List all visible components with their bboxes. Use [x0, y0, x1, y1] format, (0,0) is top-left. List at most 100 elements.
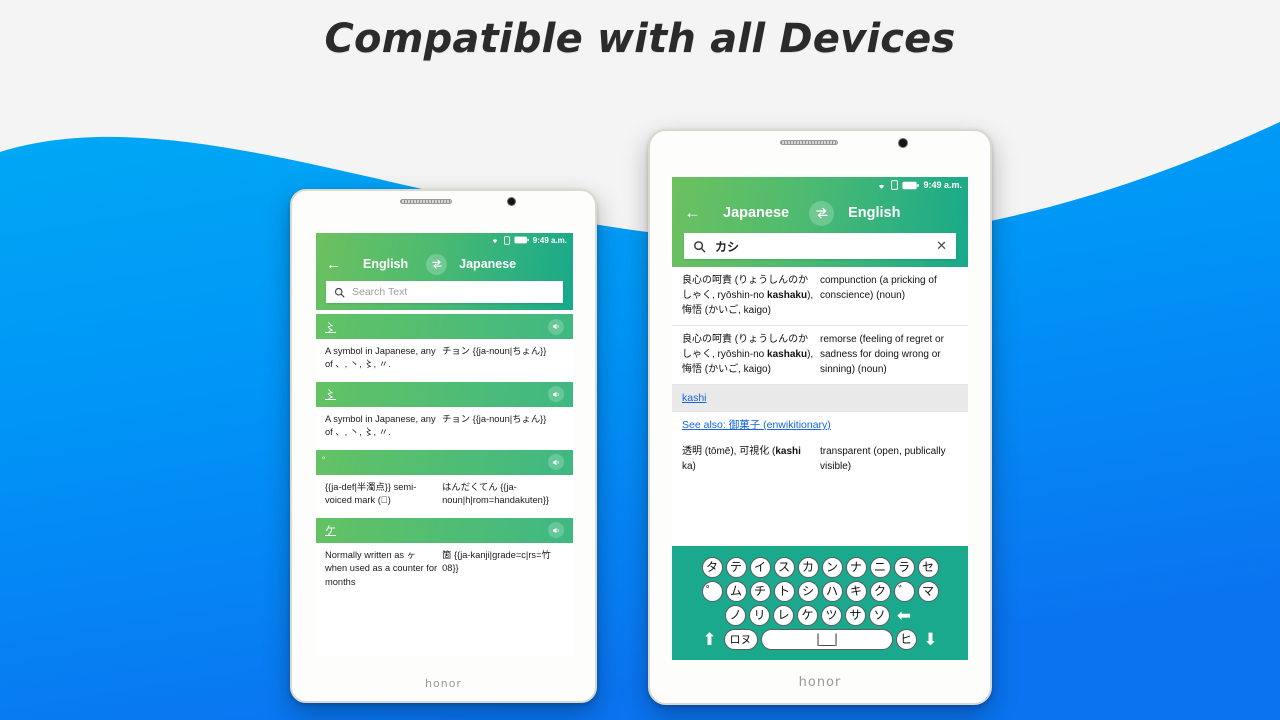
entry-japanese: はんだくてん {{ja-noun|h|rom=handakuten}}	[442, 481, 550, 506]
search-icon	[694, 240, 706, 252]
left-tablet-device: 9:49 a.m. ← English Japanese Search Text…	[290, 189, 597, 703]
left-tablet-screen: 9:49 a.m. ← English Japanese Search Text…	[316, 233, 573, 656]
speaker-grille	[780, 140, 838, 145]
entry-body: Normally written as ヶ when used as a cou…	[316, 542, 573, 597]
see-also-link[interactable]: See also: 御菓子 (enwikitionary)	[682, 418, 831, 434]
left-status-bar: 9:49 a.m.	[316, 233, 573, 247]
key-ma[interactable]: マ	[917, 580, 939, 602]
background-wave	[0, 0, 1280, 720]
search-input[interactable]: カシ ✕	[684, 233, 956, 259]
key-mu[interactable]: ム	[725, 580, 747, 602]
close-icon[interactable]: ✕	[936, 238, 947, 254]
key-ki[interactable]: キ	[845, 580, 867, 602]
space-key[interactable]: |___|	[760, 628, 893, 650]
key-ri[interactable]: リ	[749, 604, 770, 626]
list-item[interactable]: 〻 A symbol in Japanese, any of 、, 丶, 〻, …	[316, 314, 573, 379]
enter-down-arrow-icon[interactable]: ⬇	[920, 631, 942, 648]
speaker-icon[interactable]	[548, 454, 564, 471]
entry-header[interactable]: 〻	[316, 314, 573, 339]
key-se[interactable]: セ	[917, 556, 939, 578]
target-language-label[interactable]: Japanese	[459, 257, 516, 271]
left-tablet-bezel	[292, 191, 595, 213]
wifi-icon	[879, 184, 885, 189]
source-language-label[interactable]: English	[363, 257, 408, 271]
entry-header[interactable]: ケ	[316, 517, 573, 543]
key-so[interactable]: ソ	[869, 604, 890, 626]
search-icon	[334, 287, 345, 297]
front-camera-icon	[899, 139, 907, 147]
entry-body: A symbol in Japanese, any of 、, 丶, 〻, 〃.…	[316, 339, 573, 379]
entry-definition: {{ja-def|半濁点}} semi-voiced mark (゚)	[325, 481, 417, 506]
right-status-bar: 9:49 a.m.	[672, 177, 968, 193]
right-tablet-bezel	[650, 131, 990, 156]
results-list: 良心の呵責 (りょうしんのかしゃく, ryōshin-no kashaku), …	[672, 267, 968, 480]
entry-japanese: チョン {{ja-noun|ちょん}}	[442, 346, 547, 356]
key-ku[interactable]: ク	[869, 580, 891, 602]
list-item[interactable]: ゚ {{ja-def|半濁点}} semi-voiced mark (゚) はん…	[316, 449, 573, 515]
key-n[interactable]: ン	[821, 556, 843, 578]
battery-icon	[902, 181, 920, 189]
key-no[interactable]: ノ	[725, 604, 746, 626]
headword-link[interactable]: kashi	[682, 392, 707, 404]
key-chi[interactable]: チ	[749, 580, 771, 602]
key-i[interactable]: イ	[749, 556, 771, 578]
see-also-row[interactable]: See also: 御菓子 (enwikitionary)	[672, 412, 968, 440]
key-ni[interactable]: ニ	[869, 556, 891, 578]
table-row[interactable]: 透明 (tōmē), 可視化 (kashi ka) transparent (o…	[672, 439, 968, 480]
keyboard-row-4: ⬆ ロヌ |___| ヒ ⬇	[676, 628, 964, 650]
key-dakuten[interactable]: ゛	[893, 580, 915, 602]
key-ra[interactable]: ラ	[893, 556, 915, 578]
entry-definition: A symbol in Japanese, any of 、, 丶, 〻, 〃.	[325, 413, 436, 438]
source-language-label[interactable]: Japanese	[723, 205, 789, 221]
key-ha[interactable]: ハ	[821, 580, 843, 602]
key-su[interactable]: ス	[773, 556, 795, 578]
key-handakuten[interactable]: ゜	[701, 580, 723, 602]
entry-definition: Normally written as ヶ when used as a cou…	[325, 549, 438, 587]
right-tablet-device: 9:49 a.m. ← Japanese English カシ ✕ 良心の呵責 …	[648, 129, 992, 705]
on-screen-keyboard[interactable]: タ テ イ ス カ ン ナ ニ ラ セ ゜ ム チ ト シ ハ キ ク ゛ マ …	[672, 546, 968, 660]
key-shi[interactable]: シ	[797, 580, 819, 602]
entry-header[interactable]: 〻	[316, 381, 573, 407]
table-row[interactable]: 良心の呵責 (りょうしんのかしゃく, ryōshin-no kashaku), …	[672, 326, 968, 385]
target-language-label[interactable]: English	[848, 205, 900, 221]
speaker-icon[interactable]	[548, 318, 564, 335]
shift-up-arrow-icon[interactable]: ⬆	[699, 631, 721, 648]
result-english: compunction (a pricking of conscience) (…	[820, 275, 937, 301]
list-item[interactable]: ケ Normally written as ヶ when used as a c…	[316, 517, 573, 597]
key-ke[interactable]: ケ	[797, 604, 818, 626]
page-title: Compatible with all Devices	[324, 16, 956, 62]
search-input[interactable]: Search Text	[326, 281, 563, 303]
speaker-icon[interactable]	[548, 522, 564, 539]
result-japanese: 良心の呵責 (りょうしんのかしゃく, ryōshin-no kashaku), …	[682, 334, 814, 375]
entry-headword: 〻	[325, 321, 336, 334]
key-to[interactable]: ト	[773, 580, 795, 602]
list-item[interactable]: 〻 A symbol in Japanese, any of 、, 丶, 〻, …	[316, 381, 573, 447]
key-ka[interactable]: カ	[797, 556, 819, 578]
right-tablet-screen: 9:49 a.m. ← Japanese English カシ ✕ 良心の呵責 …	[672, 177, 968, 660]
symbol-key[interactable]: ロヌ	[723, 628, 758, 650]
result-japanese: 透明 (tōmē), 可視化 (kashi ka)	[682, 445, 801, 472]
result-english: transparent (open, publically visible)	[820, 445, 946, 472]
entry-japanese: チョン {{ja-noun|ちょん}}	[442, 413, 547, 424]
backspace-arrow-icon[interactable]: ⬅	[893, 607, 915, 624]
key-sa[interactable]: サ	[845, 604, 866, 626]
headword-link-row[interactable]: kashi	[672, 385, 968, 412]
back-arrow-icon[interactable]: ←	[326, 256, 341, 273]
back-arrow-icon[interactable]: ←	[684, 203, 701, 223]
key-ta[interactable]: タ	[701, 556, 723, 578]
key-na[interactable]: ナ	[845, 556, 867, 578]
swap-languages-icon[interactable]	[426, 253, 448, 275]
key-re[interactable]: レ	[773, 604, 794, 626]
entry-definition: A symbol in Japanese, any of 、, 丶, 〻, 〃.	[325, 346, 436, 370]
key-te[interactable]: テ	[725, 556, 747, 578]
table-row[interactable]: 良心の呵責 (りょうしんのかしゃく, ryōshin-no kashaku), …	[672, 267, 968, 326]
speaker-icon[interactable]	[548, 386, 564, 403]
swap-languages-icon[interactable]	[809, 200, 835, 226]
sim-icon	[503, 235, 510, 245]
key-tsu[interactable]: ツ	[821, 604, 842, 626]
entry-header[interactable]: ゚	[316, 449, 573, 475]
battery-icon	[514, 236, 529, 244]
right-language-bar: ← Japanese English	[672, 193, 968, 233]
key-hi[interactable]: ヒ	[895, 628, 917, 650]
speaker-grille	[400, 199, 452, 204]
